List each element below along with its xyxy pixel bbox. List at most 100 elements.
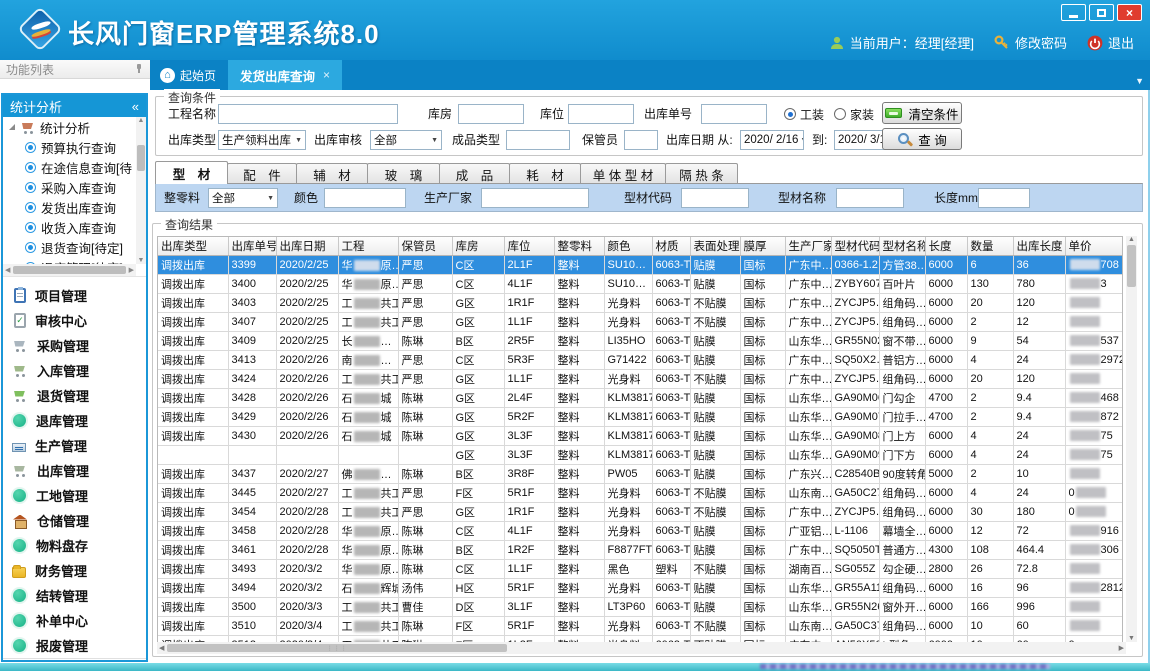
warehouse-input[interactable] [458,104,524,124]
part-select[interactable]: 全部▼ [208,188,278,208]
tree-item-预算执行查询[interactable]: 预算执行查询 [3,137,136,157]
table-row[interactable]: 调拨出库34582020/2/28华原…陈琳C区4L1F整料光身料6063-T5… [158,521,1123,540]
scroll-thumb[interactable] [1127,245,1136,287]
sidebar-item-报废管理[interactable]: 报废管理 [3,633,146,658]
table-row[interactable]: 调拨出库35102020/3/4工共工程陈琳F区5R1F整料光身料6063-T5… [158,616,1123,635]
column-header-型材代码[interactable]: 型材代码 [831,237,879,255]
table-row[interactable]: 调拨出库34302020/2/26石城陈琳G区3L3F整料KLM38176063… [158,426,1123,445]
stats-section-header[interactable]: 统计分析 « [3,95,146,117]
column-header-出库长度[interactable]: 出库长度 [1013,237,1065,255]
table-row[interactable]: 调拨出库34542020/2/28工共工程严思G区1R1F整料光身料6063-T… [158,502,1123,521]
column-header-保管员[interactable]: 保管员 [398,237,452,255]
tree-item-退货查询[待定][interactable]: 退货查询[待定] [3,237,136,257]
table-row[interactable]: 调拨出库34932020/3/2华原…陈琳C区1L1F整料黑色塑料不贴膜国标湖南… [158,559,1123,578]
tab-overflow-icon[interactable]: ▼ [1135,76,1144,86]
table-row[interactable]: 调拨出库35002020/3/3工共工程曹佳D区3L1F整料LT3P606063… [158,597,1123,616]
table-row[interactable]: 调拨出库34282020/2/26石城陈琳G区2L4F整料KLM38176063… [158,388,1123,407]
sidebar-item-补单中心[interactable]: 补单中心 [3,608,146,633]
module-cart-button[interactable] [96,661,124,663]
tree-item-退库管理[待定][interactable]: 退库管理[待定] [3,257,136,264]
column-header-生产厂家[interactable]: 生产厂家 [785,237,831,255]
change-password[interactable]: 修改密码 [994,33,1067,52]
column-header-数量[interactable]: 数量 [967,237,1013,255]
manufacturer-input[interactable] [481,188,589,208]
audit-select[interactable]: 全部▼ [370,130,442,150]
scroll-left-icon[interactable]: ◀ [159,644,164,652]
table-row[interactable]: 调拨出库33992020/2/25华原…严思C区2L1F整料SU10…6063-… [158,255,1123,274]
scroll-down-icon[interactable]: ▼ [138,257,145,264]
pin-icon[interactable] [134,63,144,75]
table-row[interactable]: 调拨出库34132020/2/26南…严思C区5R3F整料G714226063-… [158,350,1123,369]
tree-item-发货出库查询[interactable]: 发货出库查询 [3,197,136,217]
column-header-型材名称[interactable]: 型材名称 [879,237,925,255]
table-row[interactable]: 调拨出库34372020/2/27佛…陈琳B区3R8F整料PW056063-T5… [158,464,1123,483]
scroll-left-icon[interactable]: ◀ [5,266,10,274]
tab-shipping-query[interactable]: 发货出库查询 × [228,60,342,90]
material-tab-成品[interactable]: 成 品 [439,163,510,184]
tree-root[interactable]: 统计分析 [3,117,136,137]
project-input[interactable] [218,104,398,124]
sidebar-item-入库管理[interactable]: 入库管理 [3,358,146,383]
scroll-thumb[interactable] [137,145,145,171]
color-input[interactable] [324,188,406,208]
column-header-单价[interactable]: 单价 [1065,237,1123,255]
sidebar-item-生产管理[interactable]: 生产管理 [3,433,146,458]
material-tab-配件[interactable]: 配 件 [227,163,297,184]
radio-gongzhuang[interactable]: 工装 [784,104,824,124]
sidebar-item-结转管理[interactable]: 结转管理 [3,583,146,608]
tab-home[interactable]: ⌂ 起始页 [150,60,228,90]
material-tab-玻璃[interactable]: 玻 璃 [367,163,440,184]
sidebar-item-工地管理[interactable]: 工地管理 [3,483,146,508]
scroll-up-icon[interactable]: ▲ [1128,236,1135,243]
sidebar-item-物料盘存[interactable]: 物料盘存 [3,533,146,558]
tree-vertical-scrollbar[interactable]: ▲ ▼ [136,117,146,264]
table-row[interactable]: 调拨出库34032020/2/25工共工程严思G区1R1F整料光身料6063-T… [158,293,1123,312]
order-no-input[interactable] [701,104,767,124]
column-header-出库单号[interactable]: 出库单号 [228,237,276,255]
table-row[interactable]: 调拨出库34092020/2/25长…陈琳B区2R5F整料LI35HO6063-… [158,331,1123,350]
sidebar-item-出库管理[interactable]: 出库管理 [3,458,146,483]
name-input[interactable] [836,188,904,208]
table-row[interactable]: 调拨出库34072020/2/25工共工程严思G区1L1F整料光身料6063-T… [158,312,1123,331]
clear-conditions-button[interactable]: 清空条件 [882,102,962,124]
search-button[interactable]: 查 询 [882,128,962,150]
tree-item-在途信息查询[待[interactable]: 在途信息查询[待 [3,157,136,177]
sidebar-item-项目管理[interactable]: 项目管理 [3,283,146,308]
column-header-工程[interactable]: 工程 [338,237,398,255]
table-row[interactable]: 调拨出库34242020/2/26工共工程严思G区1L1F整料光身料6063-T… [158,369,1123,388]
close-button[interactable]: × [1117,4,1142,21]
sidebar-item-退货管理[interactable]: 退货管理 [3,383,146,408]
tab-close-icon[interactable]: × [323,68,330,82]
material-tab-型材[interactable]: 型 材 [155,161,228,184]
sidebar-item-仓储管理[interactable]: 仓储管理 [3,508,146,533]
date-from-select[interactable]: 2020/ 2/16▼ [740,130,804,150]
tree-horizontal-scrollbar[interactable]: ◀ ▶ [3,264,136,276]
column-header-出库日期[interactable]: 出库日期 [276,237,338,255]
sidebar-item-财务管理[interactable]: 财务管理 [3,558,146,583]
code-input[interactable] [681,188,749,208]
radio-jiazhuang[interactable]: 家装 [834,104,874,124]
sidebar-item-采购管理[interactable]: 采购管理 [3,333,146,358]
keeper-input[interactable] [624,130,658,150]
scroll-down-icon[interactable]: ▼ [1128,635,1135,642]
tree-item-收货入库查询[interactable]: 收货入库查询 [3,217,136,237]
scroll-right-icon[interactable]: ▶ [129,266,134,274]
sidebar-item-退库管理[interactable]: 退库管理 [3,408,146,433]
table-row[interactable]: 调拨出库34942020/3/2石辉城汤伟H区5R1F整料光身料6063-T5贴… [158,578,1123,597]
maximize-button[interactable] [1089,4,1114,21]
column-header-长度[interactable]: 长度 [925,237,967,255]
table-vertical-scrollbar[interactable]: ▲ ▼ [1126,236,1137,642]
table-row[interactable]: 调拨出库34452020/2/27工共工程严思F区5R1F整料光身料6063-T… [158,483,1123,502]
material-tab-隔热条[interactable]: 隔 热 条 [665,163,738,184]
table-row[interactable]: 调拨出库34002020/2/25华原…严思C区4L1F整料SU10…6063-… [158,274,1123,293]
out-type-select[interactable]: 生产领料出库▼ [218,130,306,150]
length-input[interactable] [978,188,1030,208]
column-header-膜厚[interactable]: 膜厚 [740,237,785,255]
scroll-thumb[interactable] [13,266,125,274]
scroll-thumb[interactable]: ⋮⋮⋮ [167,644,507,652]
minimize-button[interactable] [1061,4,1086,21]
location-input[interactable] [568,104,634,124]
expander-icon[interactable] [9,124,15,130]
column-header-颜色[interactable]: 颜色 [604,237,652,255]
product-type-input[interactable] [506,130,570,150]
